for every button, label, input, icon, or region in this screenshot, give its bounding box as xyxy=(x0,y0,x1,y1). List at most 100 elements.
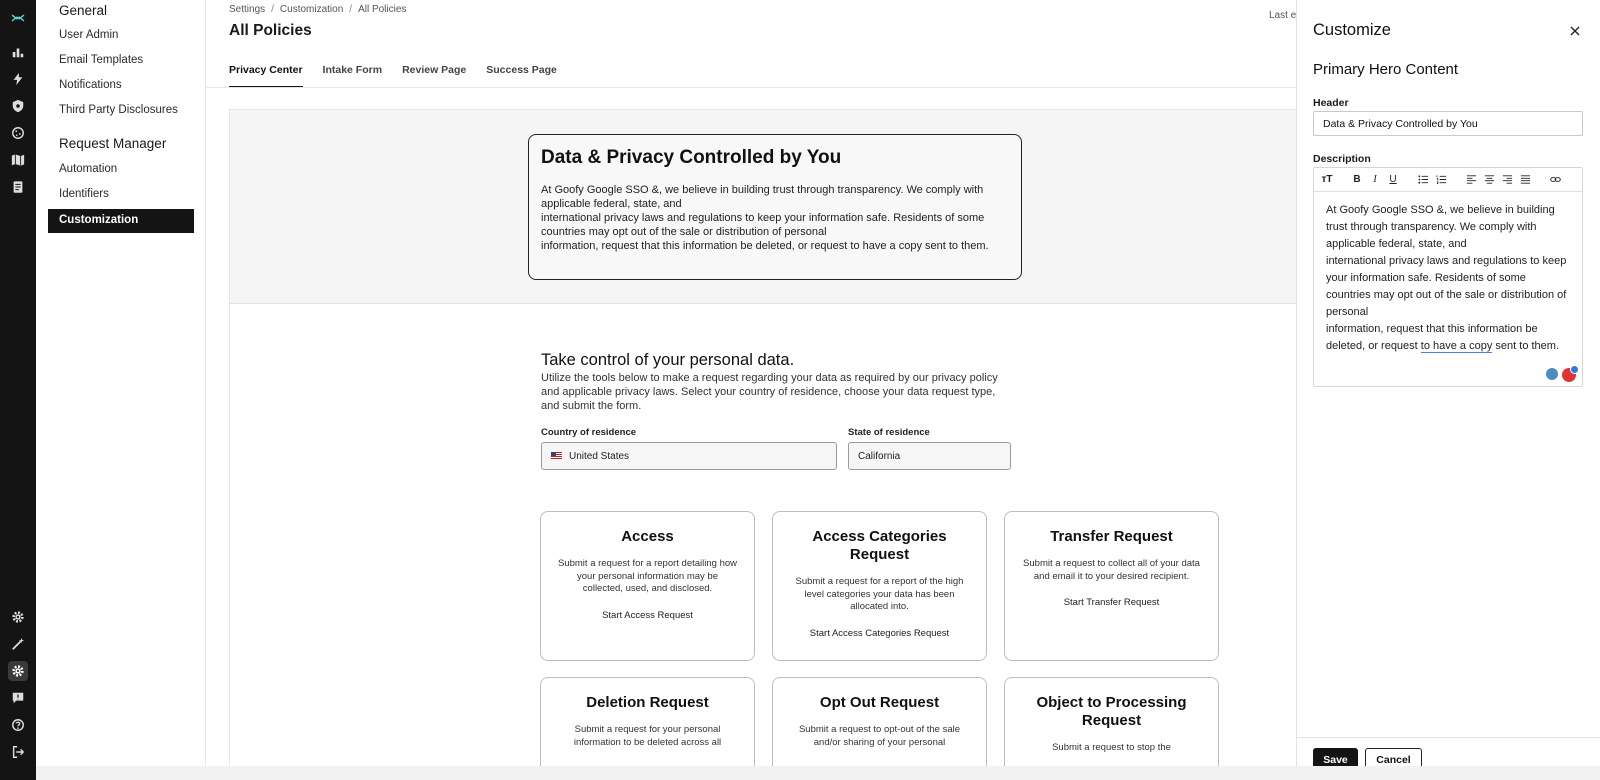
spellcheck-icon[interactable] xyxy=(1562,365,1579,382)
header-input[interactable]: Data & Privacy Controlled by You xyxy=(1313,111,1583,136)
card-title: Access xyxy=(621,528,674,545)
main-content: Settings / Customization / All Policies Last… xyxy=(206,0,1296,766)
sidebar-item-third-party-disclosures[interactable]: Third Party Disclosures xyxy=(59,104,178,116)
editor-badges xyxy=(1546,365,1579,382)
card-title: Access Categories Request xyxy=(812,528,947,563)
link-icon[interactable] xyxy=(1546,171,1564,189)
editor-text-underlined: to have a copy xyxy=(1420,340,1493,353)
editor-toolbar: тТ B I U xyxy=(1314,168,1582,192)
state-select[interactable]: California xyxy=(848,442,1011,470)
breadcrumb-customization[interactable]: Customization xyxy=(280,4,343,15)
panel-footer-divider xyxy=(1297,737,1600,738)
start-access-categories-request-link[interactable]: Start Access Categories Request xyxy=(789,628,970,639)
sidebar-group-request-manager: Request Manager xyxy=(59,136,167,151)
card-description: Submit a request to opt-out of the sale … xyxy=(798,724,961,748)
card-description: Submit a request to collect all of your … xyxy=(1023,558,1200,582)
panel-title: Customize xyxy=(1313,21,1391,39)
wand-icon[interactable] xyxy=(8,634,28,654)
description-label: Description xyxy=(1313,153,1371,165)
request-card-access[interactable]: Access Submit a request for a report det… xyxy=(540,511,755,661)
logo-icon[interactable] xyxy=(8,8,28,28)
state-label: State of residence xyxy=(848,427,930,438)
feedback-icon[interactable] xyxy=(8,688,28,708)
align-left-icon[interactable] xyxy=(1462,171,1480,189)
bold-icon[interactable]: B xyxy=(1348,171,1366,189)
us-flag-icon xyxy=(551,452,562,459)
align-right-icon[interactable] xyxy=(1498,171,1516,189)
header-label: Header xyxy=(1313,97,1349,109)
hero-description: At Goofy Google SSO &, we believe in bui… xyxy=(541,184,989,252)
cookie-icon[interactable] xyxy=(8,123,28,143)
panel-subtitle: Primary Hero Content xyxy=(1313,61,1459,78)
sidebar-item-automation[interactable]: Automation xyxy=(59,163,117,175)
icon-rail xyxy=(0,0,36,780)
request-card-transfer[interactable]: Transfer Request Submit a request to col… xyxy=(1004,511,1219,661)
gear-icon[interactable] xyxy=(8,607,28,627)
editor-text-after: sent to them. xyxy=(1492,340,1560,352)
card-title: Object to Processing Request xyxy=(1036,694,1187,729)
tab-success-page[interactable]: Success Page xyxy=(486,60,557,88)
numbered-list-icon[interactable] xyxy=(1432,171,1450,189)
preview-canvas: Data & Privacy Controlled by You At Goof… xyxy=(229,109,1296,766)
take-control-description: Utilize the tools below to make a reques… xyxy=(541,372,998,412)
document-icon[interactable] xyxy=(8,177,28,197)
editor-content[interactable]: At Goofy Google SSO &, we believe in bui… xyxy=(1314,192,1582,365)
sidebar-item-notifications[interactable]: Notifications xyxy=(59,79,122,91)
bolt-icon[interactable] xyxy=(8,69,28,89)
start-transfer-request-link[interactable]: Start Transfer Request xyxy=(1021,597,1202,608)
shield-icon[interactable] xyxy=(8,96,28,116)
sidebar-item-user-admin[interactable]: User Admin xyxy=(59,29,118,41)
country-label: Country of residence xyxy=(541,427,637,438)
card-title: Transfer Request xyxy=(1050,528,1173,545)
close-icon[interactable] xyxy=(1568,24,1582,38)
hero-card[interactable]: Data & Privacy Controlled by You At Goof… xyxy=(528,134,1022,280)
customize-panel: Customize Primary Hero Content Header Da… xyxy=(1296,0,1600,771)
card-description: Submit a request for your personal infor… xyxy=(573,724,722,748)
request-card-object-to-processing[interactable]: Object to Processing Request Submit a re… xyxy=(1004,677,1219,766)
sidebar-item-customization[interactable]: Customization xyxy=(48,209,194,233)
card-description: Submit a request for a report of the hig… xyxy=(795,576,964,612)
request-card-opt-out[interactable]: Opt Out Request Submit a request to opt-… xyxy=(772,677,987,766)
card-title: Deletion Request xyxy=(586,694,709,711)
card-description: Submit a request for a report detailing … xyxy=(557,558,737,594)
bullet-list-icon[interactable] xyxy=(1414,171,1432,189)
settings-sidebar: General User Admin Email Templates Notif… xyxy=(36,0,206,766)
page-title: All Policies xyxy=(229,22,312,39)
editor-text-before: At Goofy Google SSO &, we believe in bui… xyxy=(1326,204,1567,352)
breadcrumb-settings[interactable]: Settings xyxy=(229,4,265,15)
tab-intake-form[interactable]: Intake Form xyxy=(323,60,383,88)
last-edited-text: Last e xyxy=(1269,10,1296,21)
breadcrumb-all-policies: All Policies xyxy=(358,4,407,15)
tabs-divider xyxy=(206,87,1296,88)
hero-section: Data & Privacy Controlled by You At Goof… xyxy=(230,110,1296,304)
tab-privacy-center[interactable]: Privacy Center xyxy=(229,60,303,88)
country-select[interactable]: United States xyxy=(541,442,837,470)
map-icon[interactable] xyxy=(8,150,28,170)
italic-icon[interactable]: I xyxy=(1366,171,1384,189)
help-icon[interactable] xyxy=(8,715,28,735)
settings-icon[interactable] xyxy=(8,661,28,681)
bottom-scroll-area xyxy=(36,766,1600,780)
align-justify-icon[interactable] xyxy=(1516,171,1534,189)
description-editor[interactable]: тТ B I U At Goofy Google SSO &, we belie… xyxy=(1313,167,1583,387)
state-value: California xyxy=(858,451,901,462)
card-description: Submit a request to stop the xyxy=(1052,742,1171,753)
chart-icon[interactable] xyxy=(8,42,28,62)
underline-icon[interactable]: U xyxy=(1384,171,1402,189)
grammar-check-icon[interactable] xyxy=(1546,368,1558,380)
tab-bar: Privacy Center Intake Form Review Page S… xyxy=(229,60,557,88)
hero-title: Data & Privacy Controlled by You xyxy=(541,147,842,168)
tab-review-page[interactable]: Review Page xyxy=(402,60,466,88)
request-card-deletion[interactable]: Deletion Request Submit a request for yo… xyxy=(540,677,755,766)
take-control-title: Take control of your personal data. xyxy=(541,351,795,369)
sidebar-item-email-templates[interactable]: Email Templates xyxy=(59,54,143,66)
start-access-request-link[interactable]: Start Access Request xyxy=(557,610,738,621)
sidebar-item-identifiers[interactable]: Identifiers xyxy=(59,188,109,200)
request-card-access-categories[interactable]: Access Categories Request Submit a reque… xyxy=(772,511,987,661)
font-size-icon[interactable]: тТ xyxy=(1318,171,1336,189)
logout-icon[interactable] xyxy=(8,742,28,762)
align-center-icon[interactable] xyxy=(1480,171,1498,189)
breadcrumb: Settings / Customization / All Policies xyxy=(229,4,407,15)
card-title: Opt Out Request xyxy=(819,694,940,711)
sidebar-group-general: General xyxy=(59,3,108,18)
